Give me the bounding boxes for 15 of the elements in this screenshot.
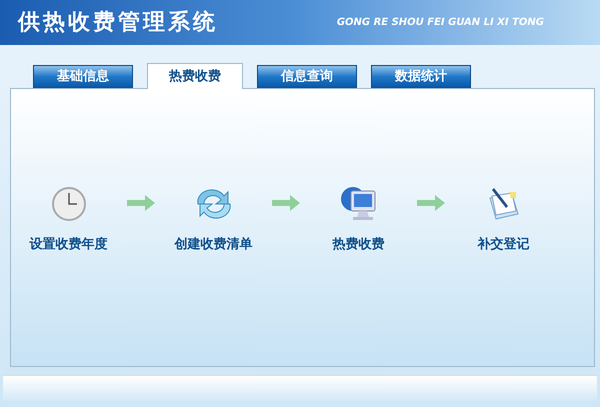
- arrow-icon: [417, 195, 445, 211]
- tab[interactable]: 热费收费: [147, 63, 243, 89]
- step-link[interactable]: 热费收费: [332, 235, 384, 254]
- arrow-icon: [127, 195, 155, 211]
- computer-icon: [338, 185, 378, 223]
- window-subtitle: GONG RE SHOU FEI GUAN LI XI TONG: [336, 16, 544, 30]
- tab[interactable]: 基础信息: [33, 65, 133, 88]
- step-link[interactable]: 设置收费年度: [30, 235, 108, 254]
- arrow-icon: [272, 195, 300, 211]
- clock-icon: [50, 186, 86, 222]
- window-title: 供热收费管理系统: [18, 9, 218, 37]
- step-link[interactable]: 创建收费清单: [174, 235, 252, 254]
- tab[interactable]: 数据统计: [371, 65, 471, 88]
- step-link[interactable]: 补交登记: [478, 235, 530, 254]
- tab[interactable]: 信息查询: [257, 65, 357, 88]
